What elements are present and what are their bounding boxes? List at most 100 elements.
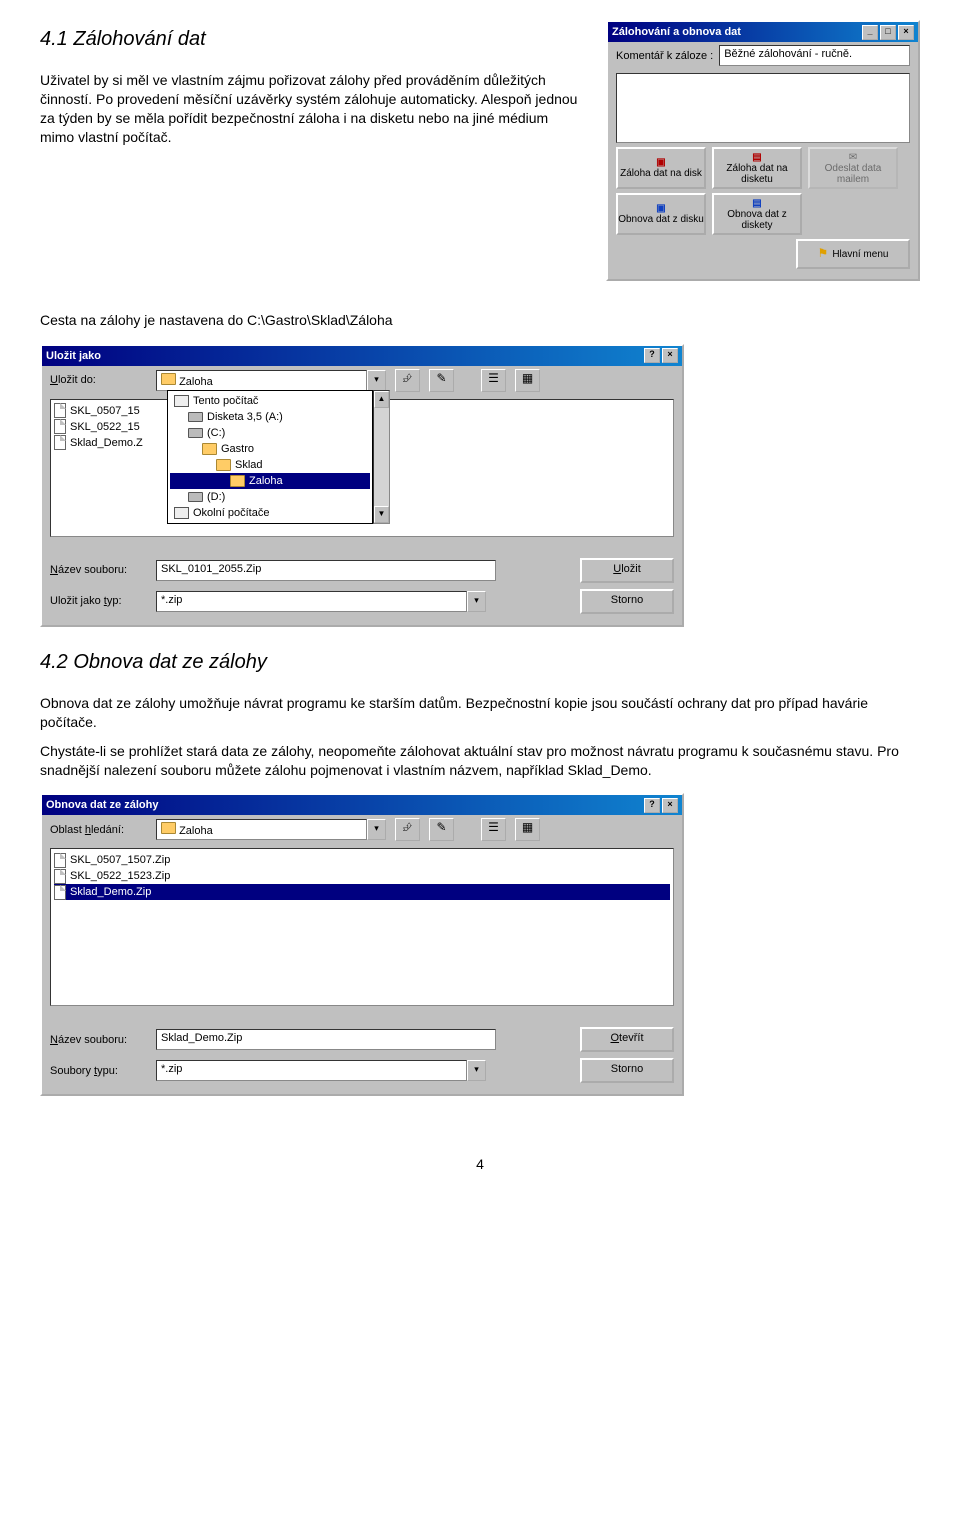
scroll-up-button[interactable]: ▲ xyxy=(374,391,389,408)
file-list[interactable]: SKL_0507_1507.Zip SKL_0522_1523.Zip Skla… xyxy=(50,848,674,1006)
backup-to-disk-button[interactable]: ▣ Záloha dat na disk xyxy=(616,147,706,189)
comment-label: Komentář k záloze : xyxy=(616,50,713,62)
drive-icon xyxy=(188,492,203,502)
close-button[interactable]: × xyxy=(662,798,678,813)
filetype-combo[interactable]: *.zip xyxy=(156,1060,467,1081)
section-4-2-p1: Obnova dat ze zálohy umožňuje návrat pro… xyxy=(40,694,920,732)
file-item[interactable]: SKL_0522_1523.Zip xyxy=(54,868,670,884)
folder-icon xyxy=(230,475,245,487)
backup-to-floppy-button[interactable]: ▤ Záloha dat na disketu xyxy=(712,147,802,189)
comment-input[interactable]: Běžné zálohování - ručně. xyxy=(719,45,910,66)
drive-icon xyxy=(188,428,203,438)
details-view-button[interactable]: ▦ xyxy=(515,369,540,392)
save-button[interactable]: UUložitložit xyxy=(580,558,674,583)
filename-input[interactable]: SKL_0101_2055.Zip xyxy=(156,560,496,581)
mail-icon: ✉ xyxy=(849,152,857,163)
restore-from-floppy-label: Obnova dat z diskety xyxy=(714,209,800,231)
tree-item-d[interactable]: (D:) xyxy=(170,489,370,505)
window-title: Uložit jako xyxy=(46,350,101,362)
section-4-2-heading: 4.2 Obnova dat ze zálohy xyxy=(40,651,920,674)
look-in-combo[interactable]: Zaloha xyxy=(156,819,367,840)
save-as-dialog: Uložit jako ? × UUložit do:ložit do: Zal… xyxy=(40,344,684,627)
help-button[interactable]: ? xyxy=(644,798,660,813)
tree-item-network[interactable]: Okolní počítače xyxy=(170,505,370,521)
new-folder-button[interactable]: ✎ xyxy=(429,818,454,841)
file-icon xyxy=(54,869,66,884)
restore-from-floppy-button[interactable]: ▤ Obnova dat z diskety xyxy=(712,193,802,235)
up-folder-button[interactable]: ⮵ xyxy=(395,369,420,392)
floppy-icon: ▤ xyxy=(752,152,761,163)
details-view-button[interactable]: ▦ xyxy=(515,818,540,841)
dropdown-button[interactable]: ▾ xyxy=(467,1060,486,1081)
look-in-label: Oblast hledání: xyxy=(50,824,150,836)
dropdown-button[interactable]: ▾ xyxy=(367,819,386,840)
filetype-label: Uložit jako typ: xyxy=(50,595,150,607)
disk-icon: ▣ xyxy=(656,157,665,168)
filename-input[interactable]: Sklad_Demo.Zip xyxy=(156,1029,496,1050)
section-4-1-paragraph: Uživatel by si měl ve vlastním zájmu poř… xyxy=(40,71,586,147)
backup-path-text: Cesta na zálohy je nastavena do C:\Gastr… xyxy=(40,311,920,330)
page-number: 4 xyxy=(40,1156,920,1172)
save-in-label: UUložit do:ložit do: xyxy=(50,374,150,386)
list-view-button[interactable]: ☰ xyxy=(481,818,506,841)
folder-tree-dropdown[interactable]: Tento počítač Disketa 3,5 (A:) (C:) Gast… xyxy=(167,390,373,524)
maximize-button[interactable]: □ xyxy=(880,25,896,40)
main-menu-button[interactable]: ⚑ Hlavní menu xyxy=(796,239,910,269)
close-button[interactable]: × xyxy=(898,25,914,40)
backup-to-disk-label: Záloha dat na disk xyxy=(620,168,702,179)
disk-icon: ▣ xyxy=(656,203,665,214)
folder-icon xyxy=(161,822,176,834)
cancel-button[interactable]: Storno xyxy=(580,1058,674,1083)
list-view-button[interactable]: ☰ xyxy=(481,369,506,392)
file-icon xyxy=(54,885,66,900)
scroll-down-button[interactable]: ▼ xyxy=(374,506,389,523)
file-icon xyxy=(54,435,66,450)
new-folder-button[interactable]: ✎ xyxy=(429,369,454,392)
restore-from-disk-button[interactable]: ▣ Obnova dat z disku xyxy=(616,193,706,235)
window-title: Obnova dat ze zálohy xyxy=(46,799,158,811)
tree-item-pc[interactable]: Tento počítač xyxy=(170,393,370,409)
window-title: Zálohování a obnova dat xyxy=(612,26,741,38)
tree-item-c[interactable]: (C:) xyxy=(170,425,370,441)
filename-label: Název souboru: xyxy=(50,1034,150,1046)
filename-label: Název souboru: xyxy=(50,564,150,576)
filetype-combo[interactable]: *.zip xyxy=(156,591,467,612)
file-icon xyxy=(54,403,66,418)
section-4-2-p2: Chystáte-li se prohlížet stará data ze z… xyxy=(40,742,920,780)
floppy-icon: ▤ xyxy=(752,198,761,209)
cancel-button[interactable]: Storno xyxy=(580,589,674,614)
restore-from-disk-label: Obnova dat z disku xyxy=(618,214,704,225)
open-button[interactable]: Otevřít xyxy=(580,1027,674,1052)
file-icon xyxy=(54,853,66,868)
main-menu-label: Hlavní menu xyxy=(832,249,888,260)
folder-icon xyxy=(161,373,176,385)
up-folder-button[interactable]: ⮵ xyxy=(395,818,420,841)
flag-icon: ⚑ xyxy=(818,247,829,260)
tree-item-gastro[interactable]: Gastro xyxy=(170,441,370,457)
tree-item-floppy[interactable]: Disketa 3,5 (A:) xyxy=(170,409,370,425)
save-in-combo[interactable]: Zaloha xyxy=(156,370,367,391)
dropdown-button[interactable]: ▾ xyxy=(467,591,486,612)
folder-icon xyxy=(202,443,217,455)
preview-panel xyxy=(616,73,910,143)
scrollbar[interactable]: ▲ ▼ xyxy=(373,390,390,524)
network-icon xyxy=(174,507,189,519)
backup-restore-window: Zálohování a obnova dat _ □ × Komentář k… xyxy=(606,20,920,281)
window-titlebar[interactable]: Obnova dat ze zálohy ? × xyxy=(42,795,682,815)
computer-icon xyxy=(174,395,189,407)
filetype-label: Soubory typu: xyxy=(50,1065,150,1077)
backup-to-floppy-label: Záloha dat na disketu xyxy=(714,163,800,185)
file-item-selected[interactable]: Sklad_Demo.Zip xyxy=(54,884,670,900)
tree-item-sklad[interactable]: Sklad xyxy=(170,457,370,473)
section-4-1-heading: 4.1 Zálohování dat xyxy=(40,28,586,51)
tree-item-zaloha[interactable]: Zaloha xyxy=(170,473,370,489)
window-titlebar[interactable]: Uložit jako ? × xyxy=(42,346,682,366)
close-button[interactable]: × xyxy=(662,348,678,363)
window-titlebar[interactable]: Zálohování a obnova dat _ □ × xyxy=(608,22,918,42)
help-button[interactable]: ? xyxy=(644,348,660,363)
dropdown-button[interactable]: ▾ xyxy=(367,370,386,391)
floppy-icon xyxy=(188,412,203,422)
file-item[interactable]: SKL_0507_1507.Zip xyxy=(54,852,670,868)
minimize-button[interactable]: _ xyxy=(862,25,878,40)
send-by-mail-label: Odeslat data mailem xyxy=(810,163,896,185)
